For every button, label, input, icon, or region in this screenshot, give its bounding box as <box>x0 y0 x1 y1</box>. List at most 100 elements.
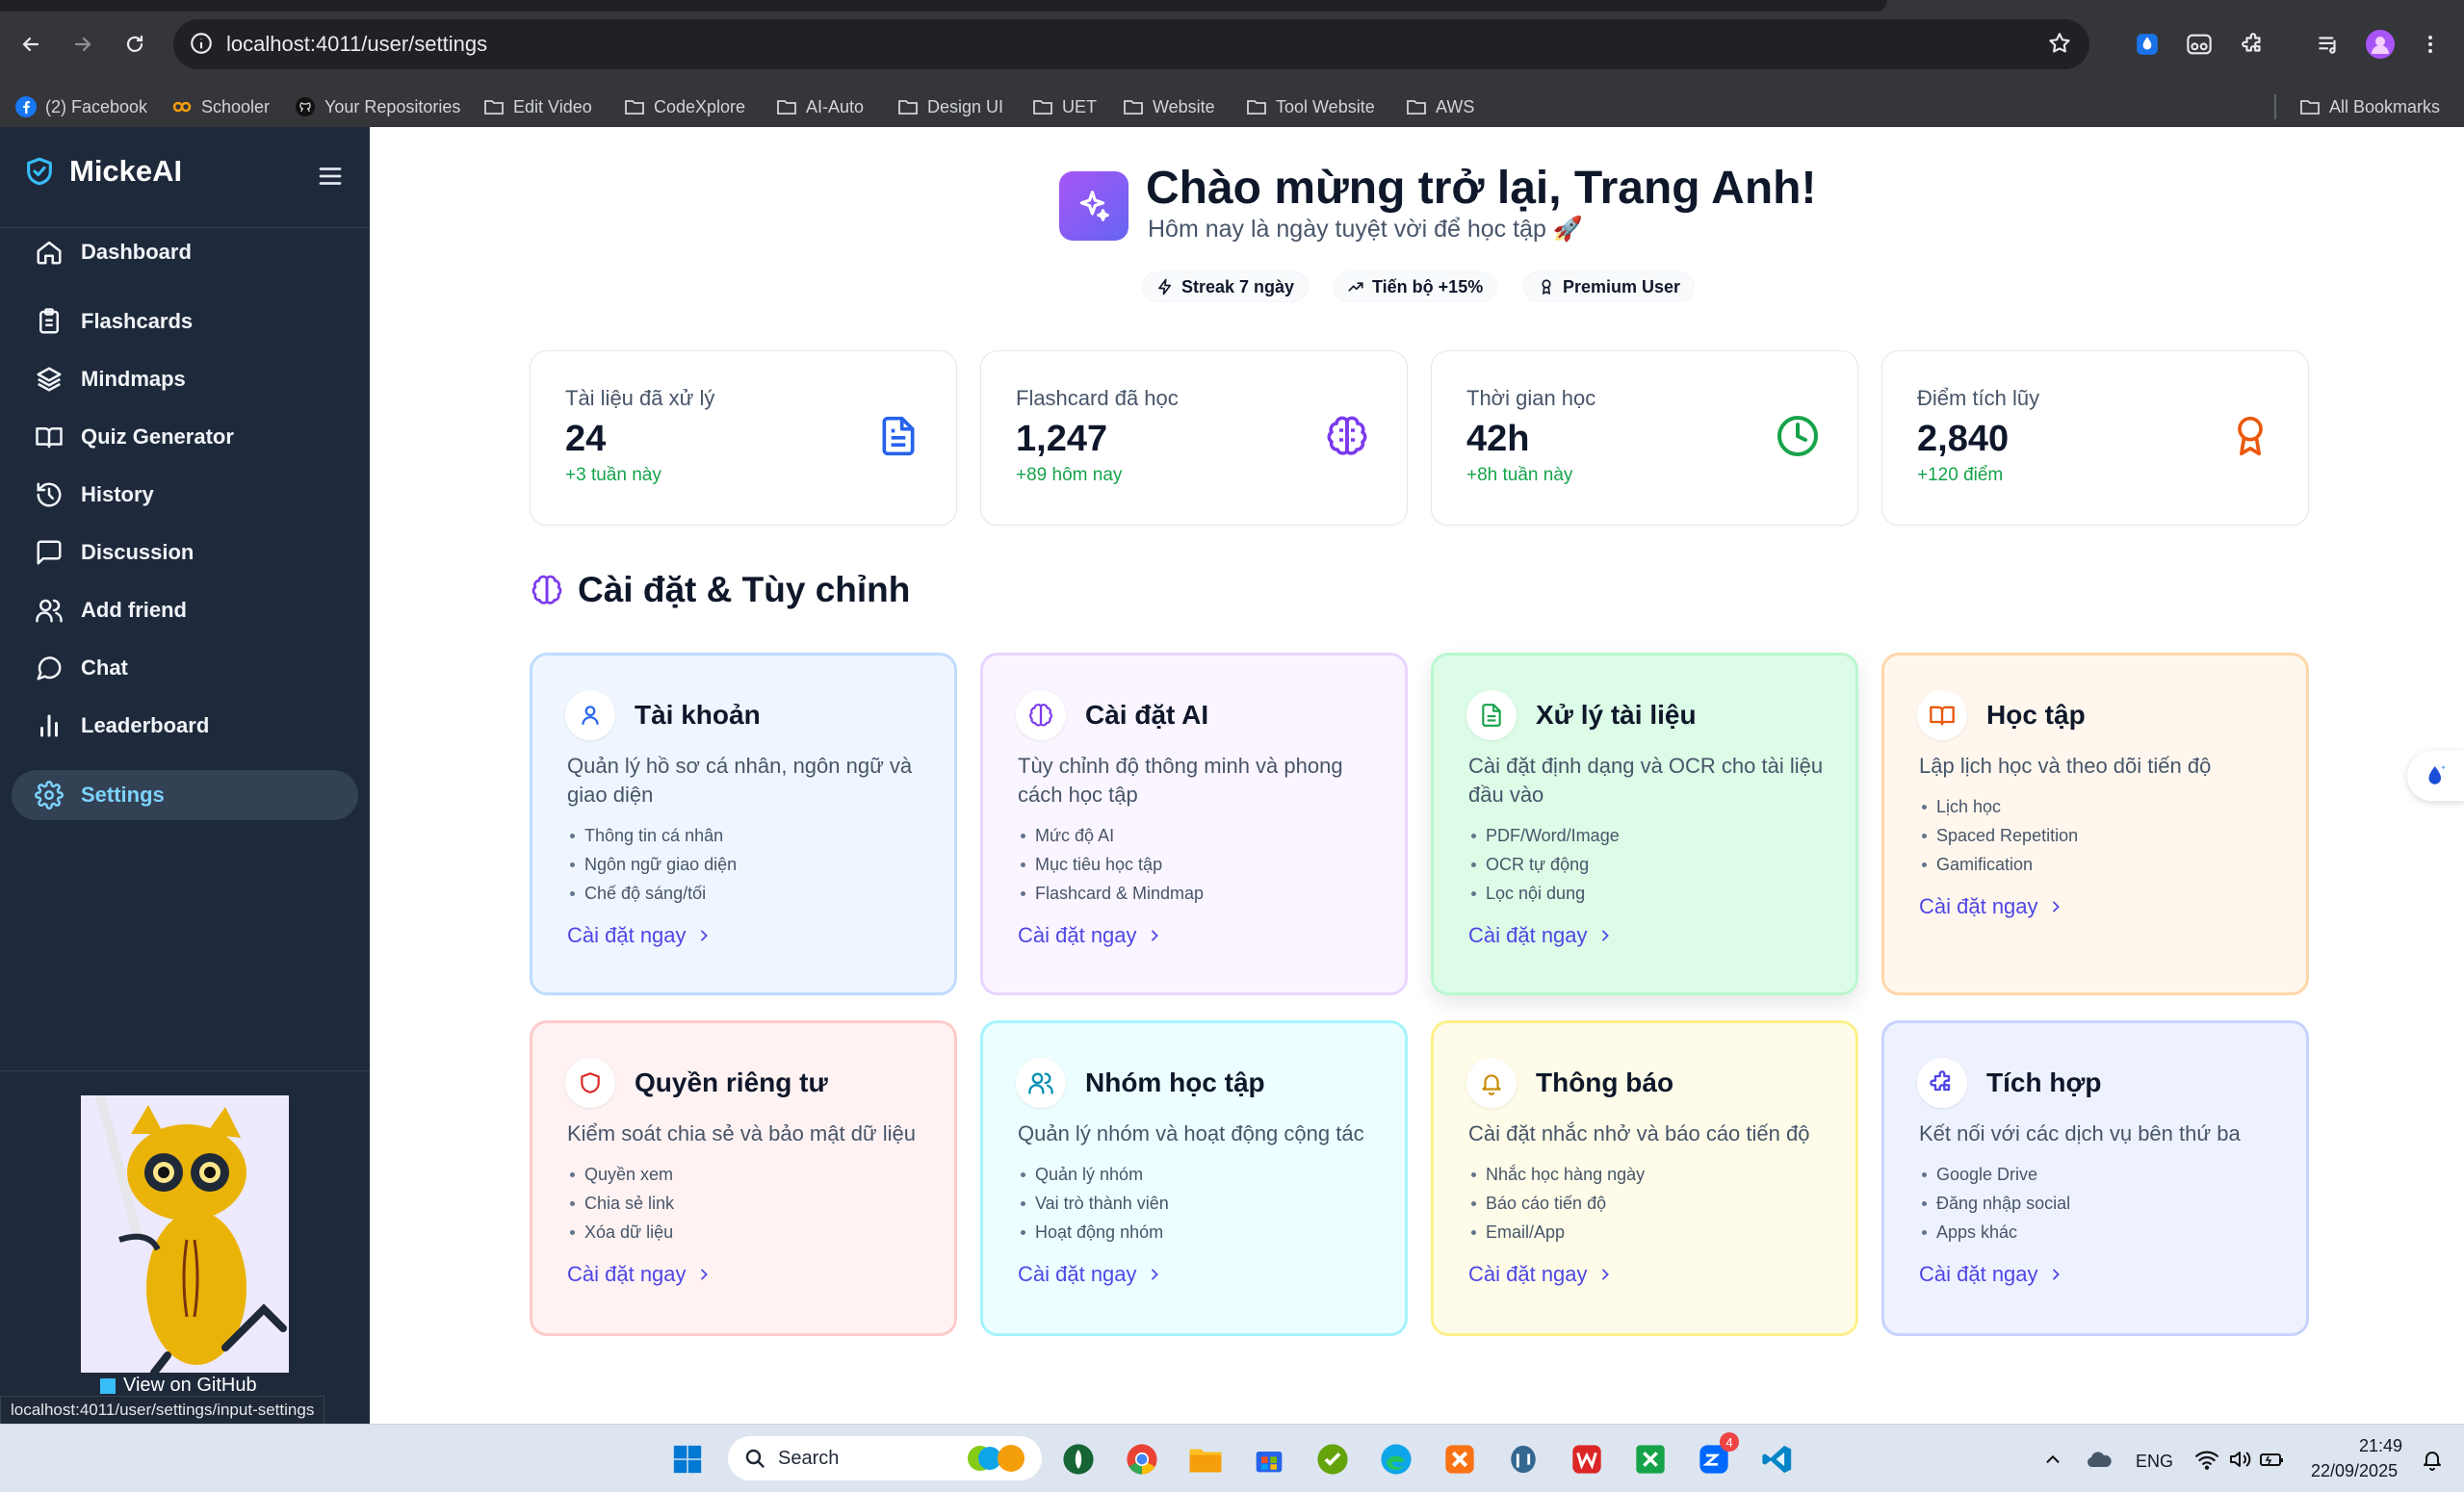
settings-card-documents[interactable]: Xử lý tài liệu Cài đặt định dạng và OCR … <box>1431 653 1858 995</box>
app-icon-store[interactable] <box>1250 1440 1288 1479</box>
tab-strip <box>0 0 1887 12</box>
card-feature-list: Mức độ AI Mục tiêu học tập Flashcard & M… <box>1018 821 1204 908</box>
github-link[interactable]: View on GitHub <box>100 1375 257 1397</box>
sidebar-item-dashboard[interactable]: Dashboard <box>12 227 358 277</box>
card-description: Tùy chỉnh độ thông minh và phong cách họ… <box>1018 754 1343 807</box>
app-icon-postgresql[interactable] <box>1504 1440 1543 1479</box>
floating-water-drop-button[interactable] <box>2407 751 2464 801</box>
stat-value: 42h <box>1466 419 1530 459</box>
app-icon-wps[interactable] <box>1568 1440 1606 1479</box>
bookmark-label: Website <box>1153 96 1215 116</box>
taskbar-search-box[interactable]: Search <box>728 1436 1042 1480</box>
card-setup-link[interactable]: Cài đặt ngay <box>1919 1262 2063 1287</box>
sidebar-item-mindmaps[interactable]: Mindmaps <box>12 354 358 404</box>
bookmark-folder-aws[interactable]: AWS <box>1406 94 1474 119</box>
app-icon-excel[interactable] <box>1631 1440 1670 1479</box>
bookmark-folder-codexplore[interactable]: CodeXplore <box>624 94 745 119</box>
settings-card-privacy[interactable]: Quyền riêng tư Kiểm soát chia sẻ và bảo … <box>530 1020 957 1336</box>
site-info-icon[interactable] <box>189 31 214 56</box>
card-setup-link[interactable]: Cài đặt ngay <box>567 923 712 948</box>
bookmark-repositories[interactable]: Your Repositories <box>295 94 460 119</box>
card-setup-link[interactable]: Cài đặt ngay <box>1919 894 2063 919</box>
language-indicator[interactable]: ENG <box>2136 1452 2173 1472</box>
folder-icon <box>624 96 645 117</box>
bookmark-folder-uet[interactable]: UET <box>1032 94 1097 119</box>
card-description: Cài đặt nhắc nhở và báo cáo tiến độ <box>1468 1121 1810 1145</box>
settings-card-ai[interactable]: Cài đặt AI Tùy chỉnh độ thông minh và ph… <box>980 653 1408 995</box>
all-bookmarks-button[interactable]: All Bookmarks <box>2299 94 2440 119</box>
bookmark-label: Schooler <box>201 96 271 116</box>
url-text[interactable]: localhost:4011/user/settings <box>226 32 487 57</box>
onedrive-icon[interactable] <box>2080 1440 2118 1479</box>
extension-water-icon[interactable] <box>2130 27 2165 62</box>
bookmark-folder-website[interactable]: Website <box>1123 94 1215 119</box>
app-icon-chrome[interactable] <box>1123 1440 1161 1479</box>
clock-date[interactable]: 22/09/2025 <box>2311 1461 2398 1481</box>
bookmark-folder-design-ui[interactable]: Design UI <box>897 94 1003 119</box>
media-controls-icon[interactable] <box>2311 27 2346 62</box>
bookmark-folder-tool-website[interactable]: Tool Website <box>1246 94 1375 119</box>
card-setup-link[interactable]: Cài đặt ngay <box>1018 1262 1162 1287</box>
sidebar-item-settings[interactable]: Settings <box>12 770 358 820</box>
notifications-bell-icon[interactable] <box>2413 1440 2451 1479</box>
clock-time[interactable]: 21:49 <box>2359 1436 2402 1456</box>
sidebar-item-history[interactable]: History <box>12 470 358 520</box>
mascot-illustration[interactable] <box>81 1095 289 1373</box>
bookmark-star-icon[interactable] <box>2047 31 2072 56</box>
sidebar-item-flashcards[interactable]: Flashcards <box>12 296 358 347</box>
all-bookmarks-label: All Bookmarks <box>2329 96 2441 116</box>
browser-menu-icon[interactable] <box>2413 27 2448 62</box>
forward-button[interactable] <box>65 27 100 62</box>
extension-glasses-icon[interactable] <box>2182 27 2217 62</box>
settings-card-account[interactable]: Tài khoản Quản lý hồ sơ cá nhân, ngôn ng… <box>530 653 957 995</box>
card-setup-link[interactable]: Cài đặt ngay <box>1468 923 1613 948</box>
sidebar-item-label: Settings <box>81 783 165 807</box>
reload-button[interactable] <box>117 27 152 62</box>
card-link-label: Cài đặt ngay <box>1468 1262 1588 1286</box>
app-icon-file-explorer[interactable] <box>1186 1440 1225 1479</box>
card-setup-link[interactable]: Cài đặt ngay <box>1468 1262 1613 1287</box>
menu-toggle-icon[interactable] <box>316 162 345 191</box>
windows-start-icon[interactable] <box>668 1440 707 1479</box>
chevron-up-icon[interactable] <box>2034 1440 2072 1479</box>
bookmark-label: AWS <box>1436 96 1475 116</box>
card-description: Cài đặt định dạng và OCR cho tài liệu đầ… <box>1468 754 1824 807</box>
sidebar-item-discussion[interactable]: Discussion <box>12 527 358 578</box>
stat-value: 1,247 <box>1016 419 1108 459</box>
sidebar-item-chat[interactable]: Chat <box>12 643 358 693</box>
settings-card-study-groups[interactable]: Nhóm học tập Quản lý nhóm và hoạt động c… <box>980 1020 1408 1336</box>
sparkles-icon <box>1059 171 1128 241</box>
app-icon-edge[interactable] <box>1377 1440 1415 1479</box>
bookmark-label: CodeXplore <box>654 96 746 116</box>
settings-card-notifications[interactable]: Thông báo Cài đặt nhắc nhở và báo cáo ti… <box>1431 1020 1858 1336</box>
settings-card-integrations[interactable]: Tích hợp Kết nối với các dịch vụ bên thứ… <box>1881 1020 2309 1336</box>
back-button[interactable] <box>13 27 48 62</box>
bookmark-folder-edit-video[interactable]: Edit Video <box>483 94 592 119</box>
battery-icon[interactable] <box>2253 1440 2292 1479</box>
extensions-puzzle-icon[interactable] <box>2236 27 2270 62</box>
bookmark-folder-ai-auto[interactable]: AI-Auto <box>776 94 864 119</box>
sidebar-item-leaderboard[interactable]: Leaderboard <box>12 701 358 751</box>
sidebar-divider <box>0 1070 370 1071</box>
chevron-right-icon <box>1597 1267 1613 1282</box>
bookmark-schooler[interactable]: Schooler <box>171 94 270 119</box>
stat-card-flashcards: Flashcard đã học 1,247 +89 hôm nay <box>980 350 1408 526</box>
settings-card-learning[interactable]: Học tập Lập lịch học và theo dõi tiến độ… <box>1881 653 2309 995</box>
app-icon-zalo[interactable]: 4 <box>1695 1432 1739 1479</box>
sidebar-item-add-friend[interactable]: Add friend <box>12 585 358 635</box>
app-icon-vscode[interactable] <box>1758 1440 1797 1479</box>
app-icon-xampp[interactable] <box>1440 1440 1479 1479</box>
address-bar[interactable]: localhost:4011/user/settings <box>173 19 2089 69</box>
card-description: Quản lý hồ sơ cá nhân, ngôn ngữ và giao … <box>567 754 913 807</box>
app-icon-copilot[interactable] <box>1059 1440 1098 1479</box>
card-title: Tài khoản <box>635 700 761 730</box>
card-setup-link[interactable]: Cài đặt ngay <box>1018 923 1162 948</box>
profile-avatar[interactable] <box>2363 27 2398 62</box>
folder-icon <box>1406 96 1427 117</box>
bookmark-facebook[interactable]: (2) Facebook <box>15 94 147 119</box>
brand[interactable]: MickeAI <box>23 154 182 189</box>
stat-label: Điểm tích lũy <box>1917 386 2040 410</box>
sidebar-item-quiz-generator[interactable]: Quiz Generator <box>12 412 358 462</box>
app-icon-checkmark[interactable] <box>1313 1440 1352 1479</box>
card-setup-link[interactable]: Cài đặt ngay <box>567 1262 712 1287</box>
